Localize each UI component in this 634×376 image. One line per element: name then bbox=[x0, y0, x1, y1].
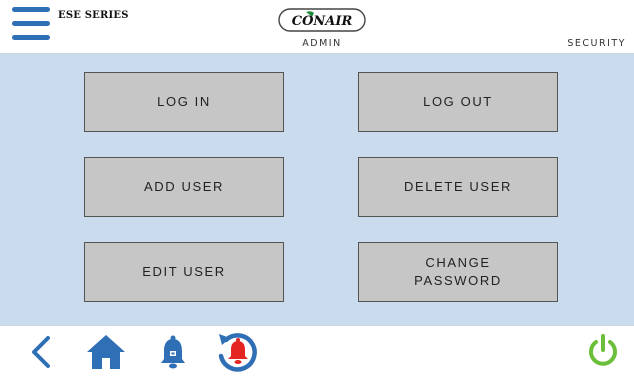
home-icon[interactable] bbox=[86, 334, 126, 370]
series-label: ESE SERIES bbox=[58, 10, 129, 21]
mode-label: ADMIN bbox=[302, 38, 342, 49]
back-arrow-icon[interactable] bbox=[28, 335, 54, 369]
delete-user-button[interactable]: DELETE USER bbox=[358, 157, 558, 217]
logo-text: CONAIR bbox=[292, 14, 353, 29]
power-icon[interactable] bbox=[586, 333, 620, 369]
menu-icon[interactable] bbox=[12, 4, 52, 42]
log-in-button[interactable]: LOG IN bbox=[84, 72, 284, 132]
security-panel: LOG IN LOG OUT ADD USER DELETE USER EDIT… bbox=[0, 54, 634, 325]
screen-title: SECURITY bbox=[567, 38, 626, 49]
conair-logo: CONAIR bbox=[278, 8, 366, 32]
alarm-history-icon[interactable] bbox=[216, 331, 260, 373]
change-password-button[interactable]: CHANGE PASSWORD bbox=[358, 242, 558, 302]
edit-user-button[interactable]: EDIT USER bbox=[84, 242, 284, 302]
header: ESE SERIES CONAIR ADMIN SECURITY bbox=[0, 0, 634, 54]
alarm-bell-icon[interactable] bbox=[158, 334, 188, 370]
add-user-button[interactable]: ADD USER bbox=[84, 157, 284, 217]
footer-nav bbox=[0, 325, 634, 376]
log-out-button[interactable]: LOG OUT bbox=[358, 72, 558, 132]
